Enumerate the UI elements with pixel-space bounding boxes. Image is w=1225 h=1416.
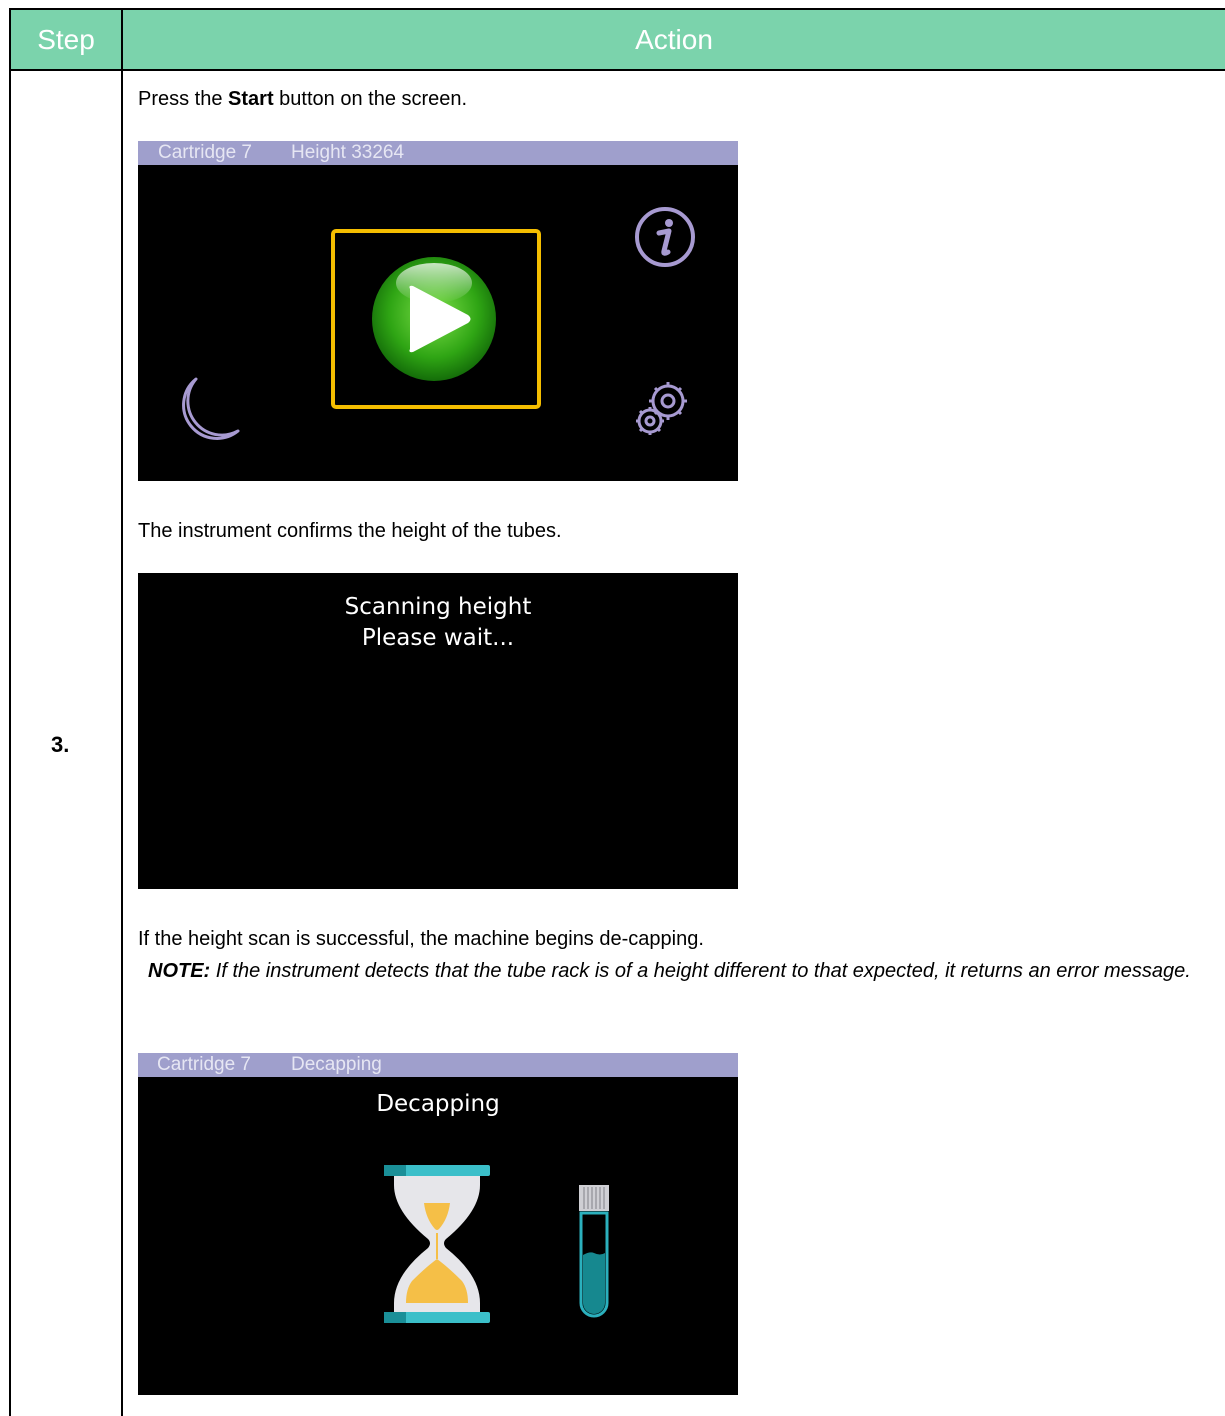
instruction-decapping: If the height scan is successful, the ma…	[138, 928, 704, 950]
header-step: Step	[37, 24, 95, 55]
table-header: Step Action	[11, 10, 1225, 71]
column-divider	[121, 10, 123, 1416]
test-tube-icon	[579, 1185, 609, 1318]
info-icon[interactable]	[633, 205, 697, 269]
moon-icon[interactable]	[174, 375, 242, 443]
hourglass-icon	[384, 1165, 490, 1323]
note-body: If the instrument detects that the tube …	[210, 960, 1191, 982]
status-cartridge: Cartridge 7	[158, 142, 252, 163]
please-wait-text: Please wait...	[361, 625, 515, 651]
scanning-title: Scanning height	[344, 594, 532, 620]
decapping-screen-image: Cartridge 7 Decapping Decapping	[138, 1053, 738, 1395]
note-text: NOTE: If the instrument detects that the…	[148, 956, 1208, 986]
header-action: Action	[635, 24, 713, 55]
play-icon[interactable]	[370, 255, 498, 383]
step-number: 3.	[51, 732, 70, 757]
instruction-confirm-height: The instrument confirms the height of th…	[138, 520, 562, 542]
gears-icon[interactable]	[630, 375, 696, 441]
status-bar: Cartridge 7 Height 33264	[138, 141, 738, 165]
status-decapping: Decapping	[291, 1054, 382, 1075]
status-height: Height 33264	[291, 142, 405, 163]
status-bar: Cartridge 7 Decapping	[138, 1053, 738, 1077]
home-screen-image: Cartridge 7 Height 33264	[138, 141, 738, 481]
decapping-title: Decapping	[376, 1091, 500, 1117]
scanning-screen-image: Scanning height Please wait...	[138, 573, 738, 889]
instruction-text: Press the	[138, 88, 229, 110]
status-cartridge: Cartridge 7	[157, 1054, 251, 1075]
instruction-text: button on the screen.	[273, 88, 468, 110]
note-label: NOTE:	[148, 960, 211, 982]
instruction-press-start: Press the Start button on the screen.	[138, 84, 467, 114]
start-keyword: Start	[228, 88, 274, 110]
